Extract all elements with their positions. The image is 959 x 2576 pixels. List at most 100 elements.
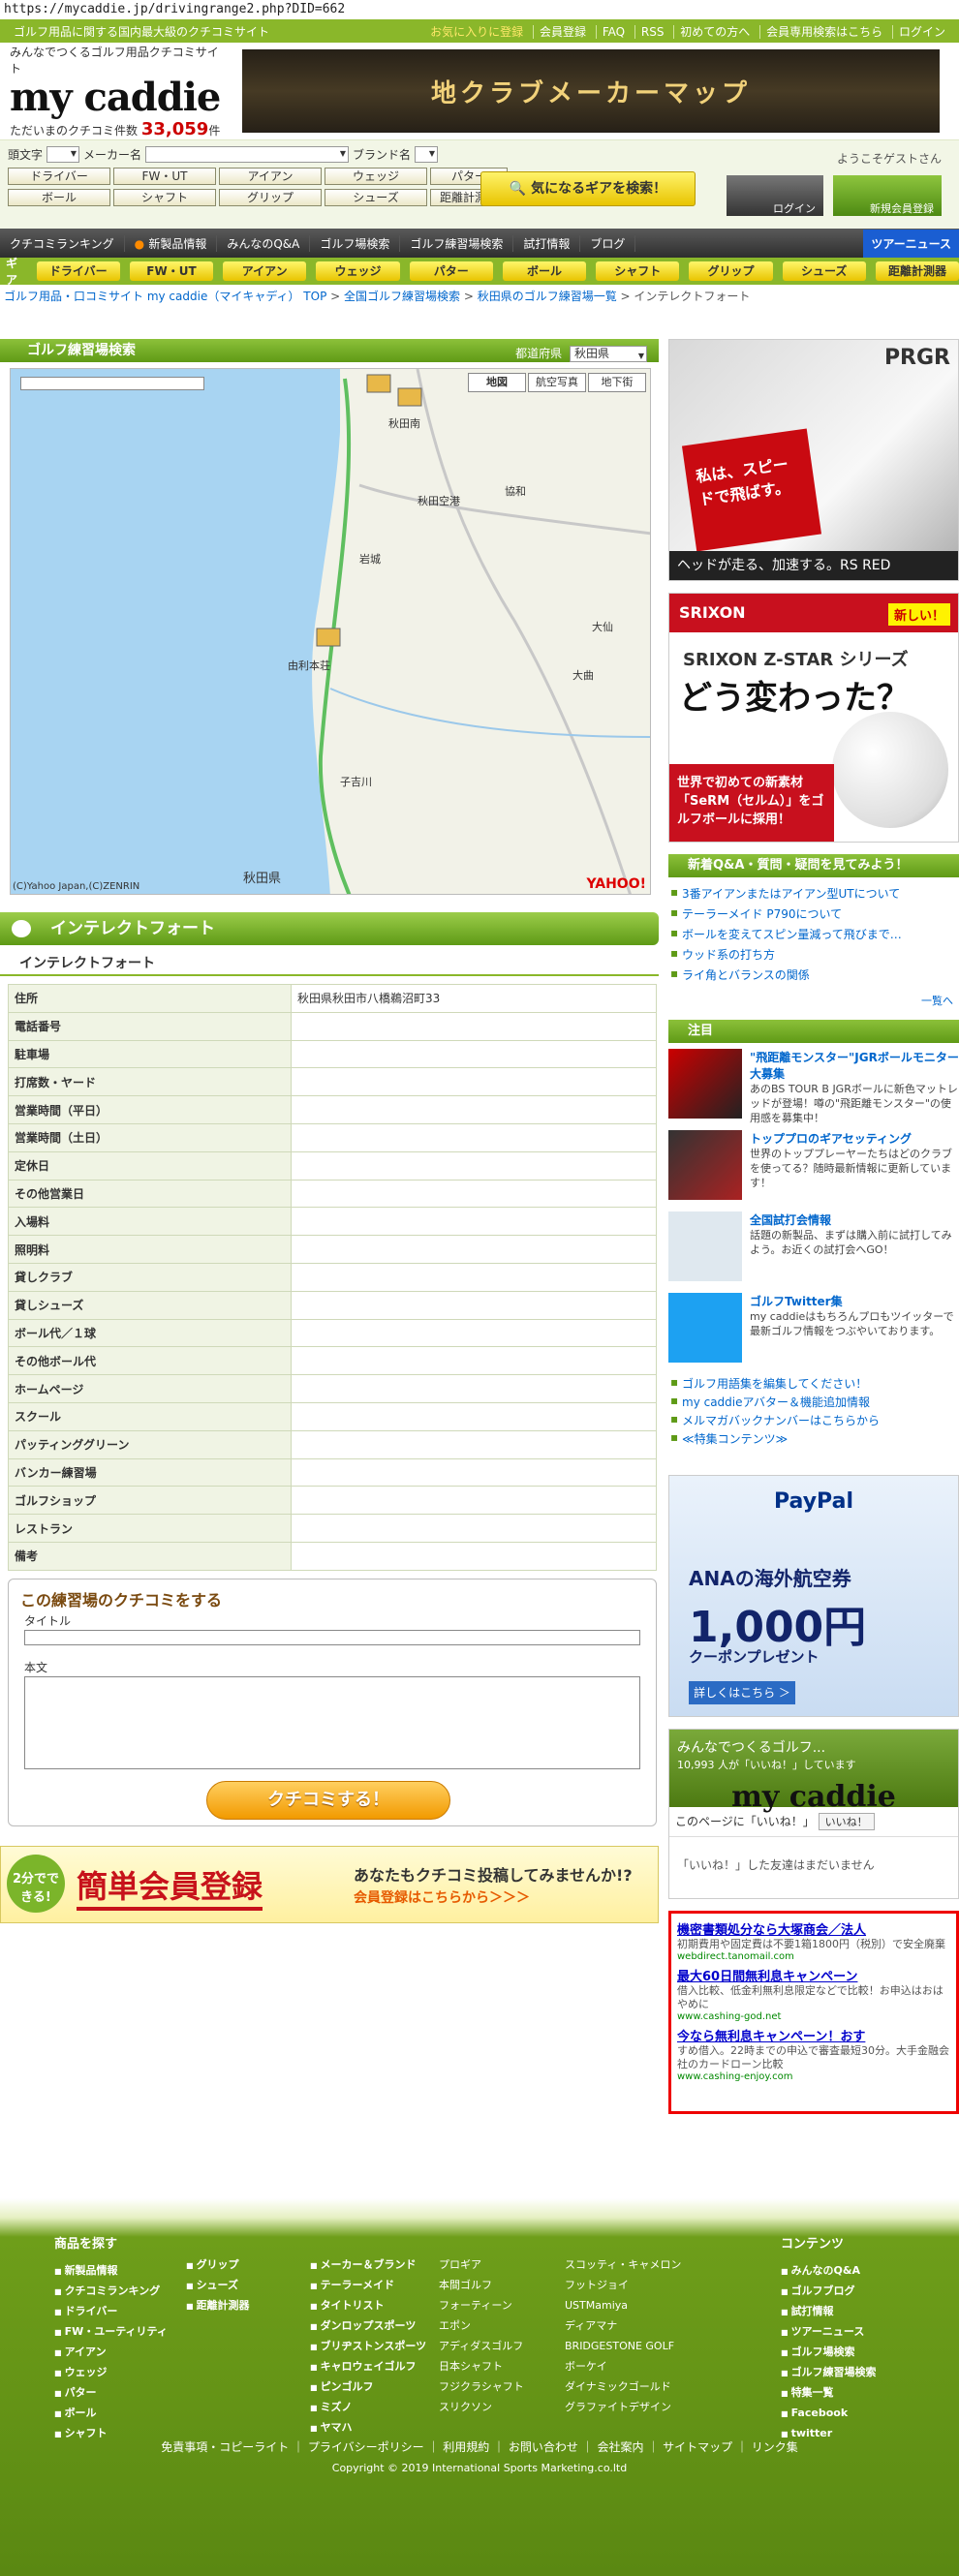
register-cta[interactable]: 会員登録はこちらから＞＞＞ (354, 1887, 530, 1907)
footer-link[interactable]: フジクラシャフト (436, 2377, 524, 2398)
footer-link[interactable]: ゴルフ場検索 (781, 2343, 877, 2363)
qa-item[interactable]: テーラーメイド P790について (668, 904, 959, 924)
text-ad-title[interactable]: 機密書類処分なら大塚商会／法人 (677, 1919, 950, 1938)
gear-putter[interactable]: パター (409, 261, 493, 281)
footer-link[interactable]: USTMamiya (562, 2296, 681, 2316)
footer-link[interactable]: みんなのQ&A (781, 2261, 877, 2282)
footer-link[interactable]: Facebook (781, 2404, 877, 2424)
footer-link[interactable]: ウェッジ (54, 2363, 168, 2383)
favorite-link[interactable]: お気に入りに登録 (424, 25, 523, 39)
nav-ranking[interactable]: クチコミランキング (0, 234, 125, 252)
footer-link[interactable]: ゴルフ練習場検索 (781, 2363, 877, 2383)
footer-link[interactable]: ダイナミックゴールド (562, 2377, 681, 2398)
footer-link[interactable]: アイアン (54, 2343, 168, 2363)
range-marker[interactable] (316, 628, 341, 647)
footer-link[interactable]: FW・ユーティリティ (54, 2322, 168, 2343)
search-fwut-button[interactable]: FW・UT (113, 168, 216, 185)
footer-link[interactable]: メーカー＆ブランド (310, 2255, 426, 2276)
prgr-ad[interactable]: PRGR 私は、スピードで飛ばす。 ヘッドが走る、加速する。RS RED (668, 339, 959, 581)
nav-new-products[interactable]: ● 新製品情報 (125, 234, 218, 252)
maker-map-banner[interactable]: 地クラブメーカーマップ (242, 49, 940, 133)
footer-link[interactable]: フットジョイ (562, 2276, 681, 2296)
nav-qa[interactable]: みんなのQ&A (217, 234, 311, 252)
brand-select[interactable] (415, 146, 439, 163)
breadcrumb-range-search[interactable]: 全国ゴルフ練習場検索 (344, 290, 460, 303)
featured-link[interactable]: ゴルフ用語集を編集してください！ (668, 1374, 959, 1393)
submit-review-button[interactable]: クチコミする！ (206, 1780, 450, 1820)
footer-link[interactable]: ボーケイ (562, 2357, 681, 2377)
footer-link[interactable]: ダンロップスポーツ (310, 2316, 426, 2337)
footer-link[interactable]: 試打情報 (781, 2302, 877, 2322)
footer-link[interactable]: グラファイトデザイン (562, 2398, 681, 2418)
rss-link[interactable]: RSS (634, 24, 665, 39)
text-ad-url[interactable]: www.cashing-enjoy.com (677, 2071, 950, 2082)
map-tab-aerial[interactable]: 航空写真 (528, 373, 586, 392)
featured-link[interactable]: ≪特集コンテンツ≫ (668, 1429, 959, 1448)
gear-search-button[interactable]: 🔍 気になるギアを検索！ (480, 171, 696, 206)
paypal-detail-button[interactable]: 詳しくはこちら ＞ (689, 1681, 795, 1704)
footer-link[interactable]: アディダスゴルフ (436, 2337, 524, 2357)
login-link[interactable]: ログイン (891, 24, 945, 39)
body-textarea[interactable] (24, 1675, 640, 1769)
featured-title[interactable]: "飛距離モンスター"JGRボールモニター大募集 (750, 1049, 959, 1082)
footer-link[interactable]: ツアーニュース (781, 2322, 877, 2343)
text-ad-url[interactable]: www.cashing-god.net (677, 2011, 950, 2022)
footer-link[interactable]: ピンゴルフ (310, 2377, 426, 2398)
gear-iron[interactable]: アイアン (223, 261, 307, 281)
footer-link[interactable]: 本間ゴルフ (436, 2276, 524, 2296)
breadcrumb-top[interactable]: ゴルフ用品・口コミサイト my caddie（マイキャディ） TOP (4, 290, 326, 303)
footer-link[interactable]: ヤマハ (310, 2418, 426, 2438)
featured-title[interactable]: ゴルフTwitter集 (750, 1293, 959, 1309)
gear-ball[interactable]: ボール (502, 261, 587, 281)
map-tab-underground[interactable]: 地下街 (588, 373, 646, 392)
search-shaft-button[interactable]: シャフト (113, 189, 216, 206)
nav-tour-news[interactable]: ツアーニュース (863, 229, 959, 258)
search-driver-button[interactable]: ドライバー (8, 168, 110, 185)
featured-item[interactable]: 全国試打会情報 話題の新製品、まずは購入前に試打してみよう。お近くの試打会へGO！ (668, 1211, 959, 1287)
map[interactable]: 秋田南 秋田空港 協和 岩城 大仙 大曲 由利本荘 子吉川 秋田県 地図 航空写… (10, 368, 651, 895)
text-ad-title[interactable]: 最大60日間無利息キャンペーン (677, 1966, 950, 1984)
footer-link[interactable]: プロギア (436, 2255, 524, 2276)
qa-item[interactable]: 3番アイアンまたはアイアン型UTについて (668, 883, 959, 904)
fb-page-title[interactable]: みんなでつくるゴルフ... (677, 1737, 950, 1757)
nav-trial-info[interactable]: 試打情報 (513, 234, 581, 252)
text-ad-url[interactable]: webdirect.tanomail.com (677, 1951, 950, 1962)
gear-wedge[interactable]: ウェッジ (316, 261, 400, 281)
featured-item[interactable]: トッププロのギアセッティング 世界のトッププレーヤーたちはどのクラブを使ってる？随… (668, 1130, 959, 1206)
site-logo[interactable]: みんなでつくるゴルフ用品クチコミサイト my caddie ただいまのクチコミ件… (10, 44, 223, 139)
nav-blog[interactable]: ブログ (580, 234, 636, 252)
gear-driver[interactable]: ドライバー (36, 261, 120, 281)
footer-link[interactable]: ドライバー (54, 2302, 168, 2322)
footer-link[interactable]: ディアマナ (562, 2316, 681, 2337)
featured-item[interactable]: "飛距離モンスター"JGRボールモニター大募集 あのBS TOUR B JGRボー… (668, 1049, 959, 1124)
footer-link[interactable]: パター (54, 2383, 168, 2404)
footer-link[interactable]: 特集一覧 (781, 2383, 877, 2404)
footer-link[interactable]: キャロウェイゴルフ (310, 2357, 426, 2377)
fb-like-button[interactable]: いいね！ (818, 1813, 875, 1830)
zoom-slider[interactable] (20, 377, 204, 390)
register-banner[interactable]: 2分でできる! 簡単会員登録 あなたもクチコミ投稿してみませんか!? 会員登録は… (0, 1845, 659, 1923)
gear-shoes[interactable]: シューズ (782, 261, 866, 281)
qa-item[interactable]: ウッド系の打ち方 (668, 944, 959, 965)
gear-grip[interactable]: グリップ (689, 261, 773, 281)
search-wedge-button[interactable]: ウェッジ (325, 168, 427, 185)
range-marker[interactable] (397, 387, 422, 407)
footer-link[interactable]: 距離計測器 (186, 2296, 250, 2316)
register-button[interactable]: 新規会員登録 (833, 175, 942, 216)
qa-item[interactable]: ボールを変えてスピン量減って飛びまで… (668, 924, 959, 944)
footer-link[interactable]: ボール (54, 2404, 168, 2424)
map-tab-map[interactable]: 地図 (468, 373, 526, 392)
footer-link[interactable]: ミズノ (310, 2398, 426, 2418)
search-shoes-button[interactable]: シューズ (325, 189, 427, 206)
footer-link[interactable]: 新製品情報 (54, 2261, 168, 2282)
footer-link[interactable]: スコッティ・キャメロン (562, 2255, 681, 2276)
featured-link[interactable]: my caddieアバター＆機能追加情報 (668, 1393, 959, 1411)
srixon-ad[interactable]: SRIXON 新しい！ SRIXON Z-STAR シリーズ どう変わった？ 世… (668, 593, 959, 843)
footer-nav[interactable]: 免責事項・コピーライト ｜ プライバシーポリシー ｜ 利用規約 ｜ お問い合わせ… (0, 2438, 959, 2455)
footer-link[interactable]: タイトリスト (310, 2296, 426, 2316)
footer-link[interactable]: クチコミランキング (54, 2282, 168, 2302)
gear-fwut[interactable]: FW・UT (129, 261, 214, 281)
search-grip-button[interactable]: グリップ (219, 189, 322, 206)
range-marker[interactable] (366, 374, 391, 393)
gear-shaft[interactable]: シャフト (596, 261, 680, 281)
